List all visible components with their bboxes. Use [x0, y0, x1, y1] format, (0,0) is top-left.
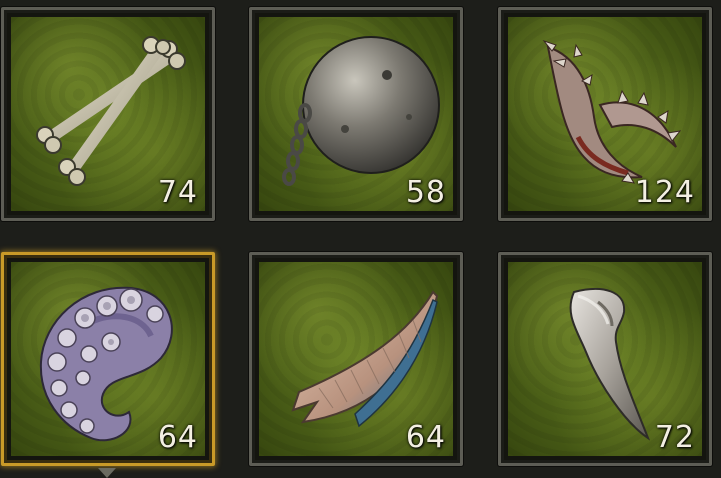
- selection-pointer-icon: [98, 468, 116, 478]
- item-count: 64: [157, 420, 198, 455]
- item-count: 74: [157, 175, 198, 210]
- inventory-grid: 74 58 124 64 64 72: [0, 0, 721, 478]
- inventory-slot-iron-ball[interactable]: 58: [249, 7, 463, 221]
- item-count: 58: [405, 175, 446, 210]
- item-count: 72: [654, 420, 695, 455]
- inventory-slot-bones[interactable]: 74: [1, 7, 215, 221]
- item-count: 124: [634, 175, 695, 210]
- inventory-slot-tentacle[interactable]: 64: [1, 252, 215, 466]
- inventory-slot-feather[interactable]: 64: [249, 252, 463, 466]
- inventory-slot-fang[interactable]: 72: [498, 252, 712, 466]
- item-count: 64: [405, 420, 446, 455]
- inventory-slot-spiked-claw[interactable]: 124: [498, 7, 712, 221]
